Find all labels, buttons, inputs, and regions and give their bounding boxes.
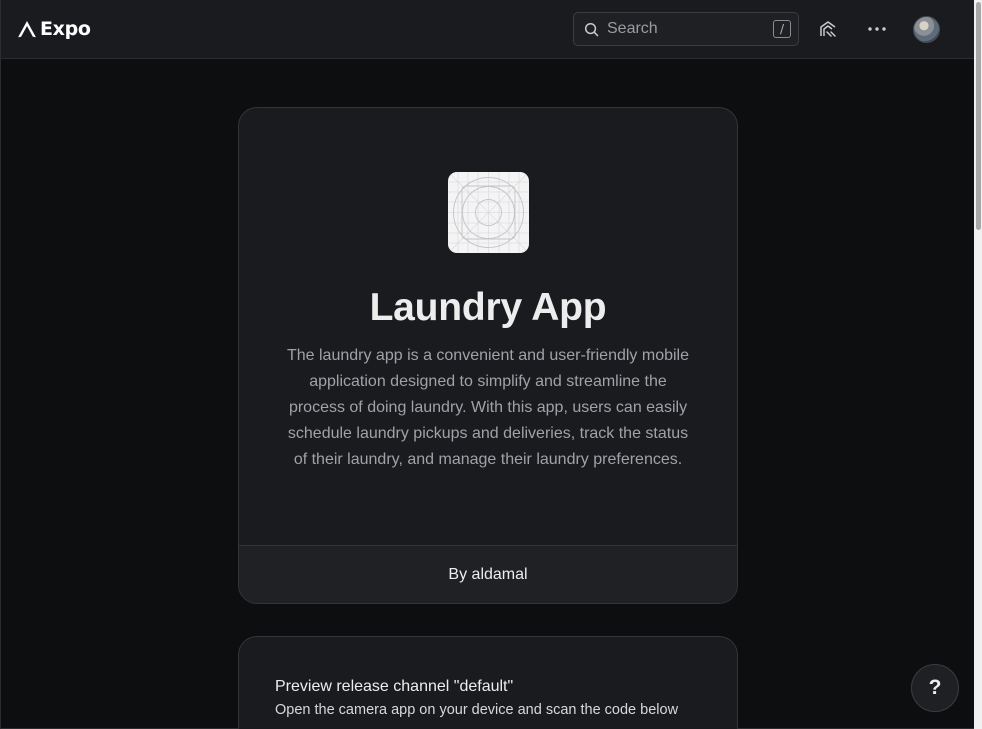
app-frame: Expo / — [0, 0, 975, 729]
scrollbar-thumb[interactable] — [976, 2, 981, 230]
help-button[interactable]: ? — [911, 664, 959, 712]
logo-text: Expo — [40, 18, 91, 40]
slash-shortcut-key: / — [773, 20, 791, 38]
expo-logo-icon — [18, 21, 36, 38]
project-title: Laundry App — [369, 286, 607, 329]
app-icon — [448, 172, 529, 253]
project-author: By aldamal — [448, 566, 528, 583]
search-box[interactable]: / — [573, 12, 799, 46]
preview-instructions: Open the camera app on your device and s… — [275, 702, 679, 718]
eas-button[interactable] — [813, 14, 843, 44]
search-input[interactable] — [607, 13, 767, 45]
preview-card: Preview release channel "default" Open t… — [238, 636, 738, 729]
eas-icon — [820, 21, 836, 37]
project-card-footer: By aldamal — [239, 545, 737, 603]
app-icon-placeholder-grid — [448, 172, 529, 253]
project-description: The laundry app is a convenient and user… — [286, 347, 689, 468]
top-bar: Expo / — [1, 0, 975, 59]
preview-title: Preview release channel "default" — [275, 678, 514, 695]
user-avatar[interactable] — [913, 16, 940, 43]
more-options-button[interactable] — [862, 14, 892, 44]
project-card: Laundry App The laundry app is a conveni… — [238, 107, 738, 604]
expo-logo-link[interactable]: Expo — [17, 17, 91, 41]
search-icon — [584, 22, 599, 37]
more-horizontal-icon — [868, 27, 886, 31]
